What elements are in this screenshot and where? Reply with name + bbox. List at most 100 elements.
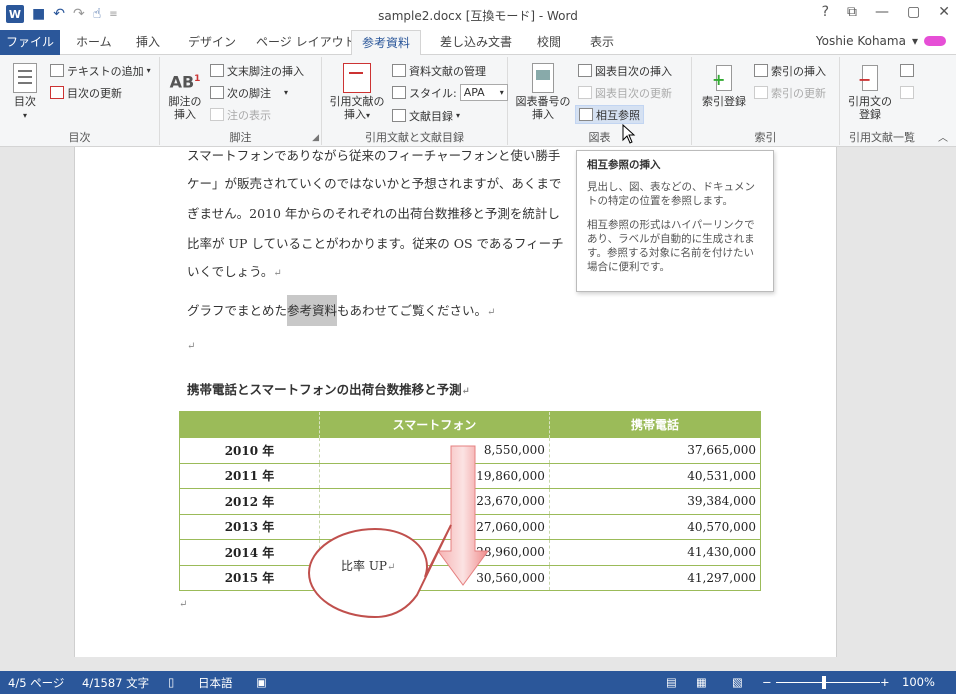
update-tof-button[interactable]: 図表目次の更新 — [578, 83, 672, 102]
footnote-dialog-launcher-icon[interactable]: ◢ — [312, 133, 319, 143]
smartphone-cell: 23,670,000 — [319, 488, 550, 515]
window-title: sample2.docx [互換モード] - Word — [378, 9, 578, 23]
language-indicator[interactable]: 日本語 — [198, 675, 233, 691]
zoom-slider[interactable] — [776, 682, 880, 683]
group-captions: 図表番号の 挿入 図表目次の挿入 図表目次の更新 相互参照 図表 — [508, 57, 692, 145]
update-toc-icon — [50, 86, 64, 99]
citation-style-select[interactable]: APA ▾ — [459, 84, 508, 101]
update-tof-icon — [578, 86, 592, 99]
insert-caption-button[interactable]: 図表番号の 挿入 — [512, 63, 574, 121]
mouse-cursor-icon — [622, 124, 636, 144]
year-cell: 2013 年 — [179, 514, 320, 540]
zoom-slider-thumb[interactable] — [822, 676, 826, 689]
page-count[interactable]: 4/5 ページ — [8, 675, 64, 691]
minimize-button[interactable]: — — [875, 4, 889, 20]
update-index-icon — [754, 86, 768, 99]
tab-page-layout[interactable]: ページ レイアウト — [246, 30, 366, 55]
tooltip-title: 相互参照の挿入 — [587, 159, 661, 171]
table-header-cell — [179, 411, 320, 438]
tooltip-description: 見出し、図、表などの、ドキュメントの特定の位置を参照します。 — [587, 181, 755, 207]
empty-paragraph-mark: ↵ — [187, 341, 196, 352]
toc-icon — [13, 63, 37, 93]
tab-file[interactable]: ファイル — [0, 30, 60, 55]
title-bar: W ■ ↶ ↷ ☝ ≡ sample2.docx [互換モード] - Word … — [0, 0, 956, 30]
tab-view[interactable]: 表示 — [580, 30, 624, 55]
tab-home[interactable]: ホーム — [66, 30, 122, 55]
help-button[interactable]: ? — [822, 4, 829, 20]
ribbon: 目次 ▾ テキストの追加 ▾ 目次の更新 目次 AB1 脚注の 挿入 文末脚注の挿入… — [0, 55, 956, 147]
web-layout-icon[interactable]: ▧ — [732, 675, 743, 689]
mark-citation-button[interactable]: − 引用文の 登録 — [842, 63, 898, 121]
group-authorities: − 引用文の 登録 引用文献一覧 — [840, 57, 924, 145]
endnote-icon — [210, 64, 224, 77]
style-icon — [392, 86, 406, 99]
zoom-level[interactable]: 100% — [902, 675, 935, 689]
update-index-button[interactable]: 索引の更新 — [754, 83, 826, 102]
add-text-button[interactable]: テキストの追加 ▾ — [50, 61, 151, 80]
selected-text[interactable]: 参考資料 — [287, 295, 338, 326]
tab-references[interactable]: 参考資料 — [351, 30, 422, 56]
insert-citation-button[interactable]: 引用文献の 挿入▾ — [326, 63, 388, 122]
mobile-cell: 37,665,000 — [549, 437, 762, 464]
bibliography-button[interactable]: 文献目録 ▾ — [392, 106, 460, 125]
zoom-in-button[interactable]: + — [880, 675, 890, 689]
cross-reference-tooltip: 相互参照の挿入 見出し、図、表などの、ドキュメントの特定の位置を参照します。 相… — [576, 150, 774, 292]
tooltip-detail: 相互参照の形式はハイパーリンクであり、ラベルが自動的に生成されます。参照する対象… — [587, 219, 755, 273]
smartphone-cell: 8,550,000 — [319, 437, 550, 464]
document-area[interactable]: スマートフォンでありながら従来のフィーチャーフォンと使い勝手 ケー」が販売されて… — [0, 147, 956, 671]
add-text-icon — [50, 64, 64, 77]
body-line-3: ぎません。2010 年からのそれぞれの出荷台数推移と予測を統計し — [187, 206, 560, 221]
insert-tof-button[interactable]: 図表目次の挿入 — [578, 61, 672, 80]
user-account[interactable]: Yoshie Kohama ▾ — [816, 34, 946, 48]
group-footnotes: AB1 脚注の 挿入 文末脚注の挿入 次の脚注 ▾ 注の表示 脚注 ◢ — [160, 57, 322, 145]
manage-sources-icon — [392, 64, 406, 77]
paragraph-mark: ↵ — [273, 268, 282, 279]
year-cell: 2011 年 — [179, 463, 320, 489]
group-toc: 目次 ▾ テキストの追加 ▾ 目次の更新 目次 — [0, 57, 160, 145]
graph-reference-line: グラフでまとめた参考資料もあわせてご覧ください。↵ — [187, 295, 495, 326]
close-button[interactable]: ✕ — [938, 4, 950, 20]
insert-index-icon — [754, 64, 768, 77]
cross-reference-icon — [579, 108, 593, 121]
smartphone-cell: 19,860,000 — [319, 463, 550, 489]
zoom-out-button[interactable]: − — [762, 675, 772, 689]
table-header-row: スマートフォン 携帯電話 — [179, 411, 761, 438]
tab-review[interactable]: 校閲 — [527, 30, 571, 55]
insert-footnote-button[interactable]: AB1 脚注の 挿入 — [164, 63, 206, 121]
tab-insert[interactable]: 挿入 — [126, 30, 170, 55]
update-toa-button[interactable] — [900, 83, 914, 102]
mobile-cell: 40,531,000 — [549, 463, 762, 489]
table-header-cell: スマートフォン — [319, 411, 550, 438]
insert-index-button[interactable]: 索引の挿入 — [754, 61, 826, 80]
print-layout-icon[interactable]: ▦ — [696, 675, 707, 689]
ribbon-tab-bar: ファイル ホーム 挿入 デザイン ページ レイアウト 参考資料 差し込み文書 校… — [0, 30, 956, 56]
mobile-cell: 41,430,000 — [549, 539, 762, 566]
cross-reference-button[interactable]: 相互参照 — [575, 105, 644, 124]
manage-sources-button[interactable]: 資料文献の管理 — [392, 61, 486, 80]
next-footnote-button[interactable]: 次の脚注 ▾ — [210, 83, 288, 102]
insert-citation-icon — [343, 63, 371, 93]
mark-entry-button[interactable]: + 索引登録 — [696, 63, 752, 108]
macro-icon[interactable]: ▣ — [256, 675, 267, 689]
show-notes-icon — [210, 108, 224, 121]
mobile-cell: 39,384,000 — [549, 488, 762, 515]
update-toc-button[interactable]: 目次の更新 — [50, 83, 122, 102]
insert-endnote-button[interactable]: 文末脚注の挿入 — [210, 61, 304, 80]
word-count[interactable]: 4/1587 文字 — [82, 675, 149, 691]
ribbon-display-options-button[interactable]: ⧉ — [847, 4, 857, 20]
year-cell: 2015 年 — [179, 565, 320, 591]
table-heading: 携帯電話とスマートフォンの出荷台数推移と予測↵ — [187, 382, 471, 397]
mobile-cell: 41,297,000 — [549, 565, 762, 591]
insert-toa-button[interactable] — [900, 61, 914, 80]
user-dropdown-icon: ▾ — [911, 34, 918, 48]
year-cell: 2010 年 — [179, 437, 320, 464]
read-mode-icon[interactable]: ▤ — [666, 675, 677, 689]
proofing-icon[interactable]: ▯ — [168, 675, 174, 689]
toc-button[interactable]: 目次 ▾ — [6, 63, 44, 122]
update-toa-icon — [900, 86, 914, 99]
show-notes-button[interactable]: 注の表示 — [210, 105, 271, 124]
collapse-ribbon-icon[interactable]: ︿ — [938, 129, 948, 144]
tab-design[interactable]: デザイン — [178, 30, 246, 55]
maximize-button[interactable]: ▢ — [907, 4, 920, 20]
tab-mailings[interactable]: 差し込み文書 — [430, 30, 522, 55]
